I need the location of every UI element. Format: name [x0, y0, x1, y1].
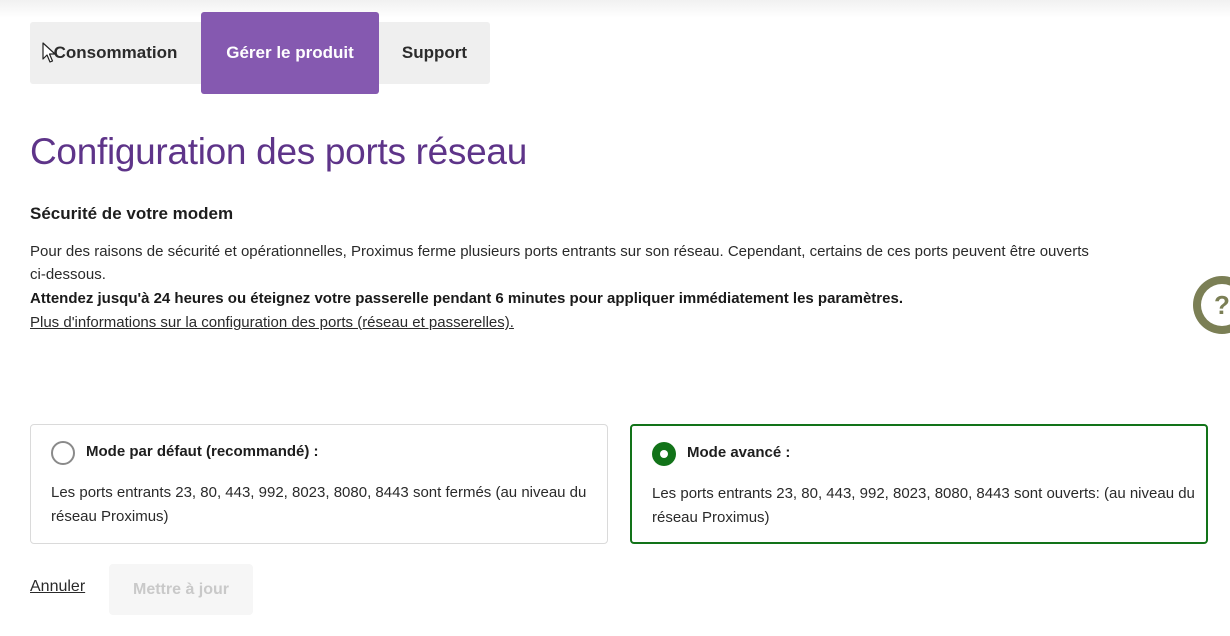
- question-mark-icon: ?: [1214, 289, 1230, 320]
- more-info-link[interactable]: Plus d'informations sur la configuration…: [30, 311, 514, 334]
- cancel-link[interactable]: Annuler: [30, 578, 85, 596]
- tab-gerer-le-produit[interactable]: Gérer le produit: [201, 12, 379, 94]
- update-button[interactable]: Mettre à jour: [109, 564, 253, 615]
- option-default-description: Les ports entrants 23, 80, 443, 992, 802…: [51, 484, 587, 525]
- option-default-mode[interactable]: Mode par défaut (recommandé) : Les ports…: [30, 424, 608, 544]
- page-title: Configuration des ports réseau: [30, 131, 527, 172]
- description: Pour des raisons de sécurité et opératio…: [30, 240, 1210, 286]
- radio-selected-dot: [660, 450, 668, 458]
- description-line-2: ci-dessous.: [30, 266, 106, 283]
- option-advanced-description: Les ports entrants 23, 80, 443, 992, 802…: [652, 485, 1195, 526]
- radio-default-mode[interactable]: [51, 441, 75, 465]
- option-advanced-label: Mode avancé :: [687, 444, 791, 461]
- option-advanced-mode[interactable]: Mode avancé : Les ports entrants 23, 80,…: [630, 424, 1208, 544]
- tab-consommation-label: Consommation: [53, 43, 178, 62]
- tab-support[interactable]: Support: [379, 22, 490, 84]
- help-icon-circle: ?: [1201, 284, 1230, 326]
- tab-gerer-le-produit-label: Gérer le produit: [226, 43, 354, 62]
- warning-text: Attendez jusqu'à 24 heures ou éteignez v…: [30, 290, 903, 307]
- tab-support-label: Support: [401, 43, 468, 62]
- product-tabs: Consommation Gérer le produit Support: [30, 12, 490, 94]
- option-default-label: Mode par défaut (recommandé) :: [86, 443, 319, 460]
- section-title: Sécurité de votre modem: [30, 204, 234, 223]
- description-line-1: Pour des raisons de sécurité et opératio…: [30, 243, 1089, 260]
- radio-advanced-mode[interactable]: [652, 442, 676, 466]
- mouse-cursor-icon: [42, 42, 56, 63]
